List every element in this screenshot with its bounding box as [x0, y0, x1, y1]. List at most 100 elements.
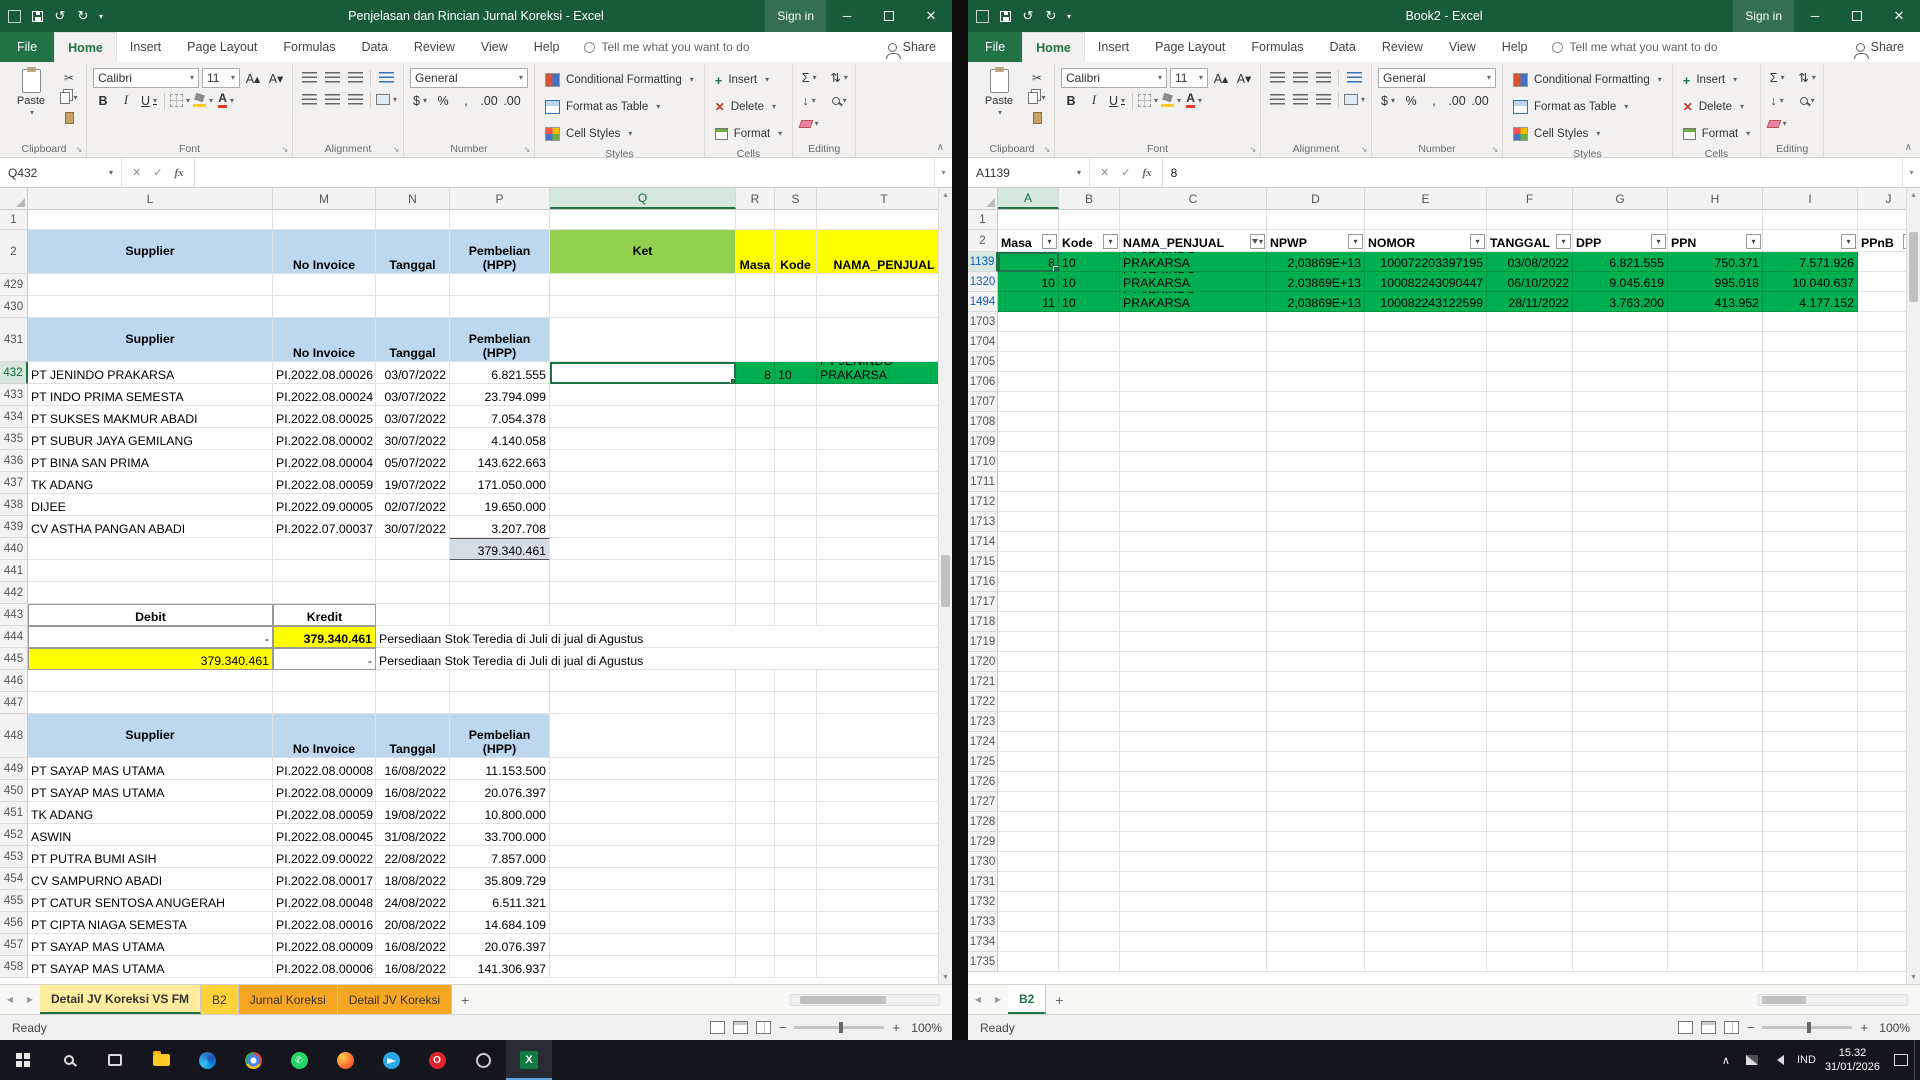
row-header-1703[interactable]: 1703	[968, 312, 998, 332]
cell-B1709[interactable]	[1059, 432, 1120, 452]
cell-A1720[interactable]	[998, 652, 1059, 672]
cell-L439[interactable]: CV ASTHA PANGAN ABADI	[28, 516, 273, 538]
cell-L452[interactable]: ASWIN	[28, 824, 273, 846]
cell-A1731[interactable]	[998, 872, 1059, 892]
scroll-up-arrow[interactable]: ▲	[1910, 189, 1917, 201]
cell-M451[interactable]: PI.2022.08.00059	[273, 802, 376, 824]
cell-B1718[interactable]	[1059, 612, 1120, 632]
cell-Q442[interactable]	[550, 582, 736, 604]
taskbar-edge-button[interactable]	[184, 1040, 230, 1080]
comma-style-button[interactable]: ,	[1424, 91, 1444, 110]
cell-M447[interactable]	[273, 692, 376, 714]
cell-T453[interactable]	[817, 846, 952, 868]
cell-I1725[interactable]	[1763, 752, 1858, 772]
row-header-1733[interactable]: 1733	[968, 912, 998, 932]
cell-N431[interactable]: Tanggal	[376, 318, 450, 362]
cell-C1730[interactable]	[1120, 852, 1267, 872]
cell-R456[interactable]	[736, 912, 775, 934]
cell-styles-button[interactable]: Cell Styles▾	[541, 122, 698, 146]
cell-P455[interactable]: 6.511.321	[450, 890, 550, 912]
fill-button[interactable]: ↓▾	[1767, 91, 1787, 110]
cell-I1723[interactable]	[1763, 712, 1858, 732]
cell-F1705[interactable]	[1487, 352, 1573, 372]
row-header-444[interactable]: 444	[0, 626, 28, 648]
cell-R436[interactable]	[736, 450, 775, 472]
cell-D1709[interactable]	[1267, 432, 1365, 452]
horizontal-scroll-thumb[interactable]	[800, 996, 886, 1004]
cell-D1718[interactable]	[1267, 612, 1365, 632]
row-header-436[interactable]: 436	[0, 450, 28, 472]
cell-B1494[interactable]: 10	[1059, 292, 1120, 312]
cell-G1709[interactable]	[1573, 432, 1668, 452]
filter-button-h[interactable]: ▾	[1746, 234, 1761, 249]
cell-E1721[interactable]	[1365, 672, 1487, 692]
dialog-launcher-font[interactable]: ↘	[1248, 144, 1258, 154]
cell-G1731[interactable]	[1573, 872, 1668, 892]
cancel-button[interactable]: ✕	[132, 166, 141, 179]
cell-R431[interactable]	[736, 318, 775, 362]
cell-Q454[interactable]	[550, 868, 736, 890]
cell-D1707[interactable]	[1267, 392, 1365, 412]
cell-T2[interactable]: NAMA_PENJUAL	[817, 230, 952, 274]
cell-E1718[interactable]	[1365, 612, 1487, 632]
cell-R458[interactable]	[736, 956, 775, 978]
cell-H1704[interactable]	[1668, 332, 1763, 352]
language-indicator[interactable]: IND	[1791, 1040, 1817, 1080]
cell-F1734[interactable]	[1487, 932, 1573, 952]
cell-T433[interactable]	[817, 384, 952, 406]
cell-T430[interactable]	[817, 296, 952, 318]
cell-H1720[interactable]	[1668, 652, 1763, 672]
cell-E1733[interactable]	[1365, 912, 1487, 932]
cell-I1726[interactable]	[1763, 772, 1858, 792]
fill-handle[interactable]	[1053, 266, 1059, 272]
copy-button[interactable]: ▾	[58, 89, 80, 106]
cell-B1320[interactable]: 10	[1059, 272, 1120, 292]
filter-button-b[interactable]: ▾	[1103, 234, 1118, 249]
font-size-select[interactable]: 11▾	[202, 68, 240, 88]
cell-P442[interactable]	[450, 582, 550, 604]
cell-D1731[interactable]	[1267, 872, 1365, 892]
cell-B1728[interactable]	[1059, 812, 1120, 832]
delete-cells-button[interactable]: ✕Delete▾	[711, 95, 786, 119]
row-header-1723[interactable]: 1723	[968, 712, 998, 732]
cell-P452[interactable]: 33.700.000	[450, 824, 550, 846]
cell-G1726[interactable]	[1573, 772, 1668, 792]
align-left-button[interactable]	[299, 90, 319, 109]
row-header-1706[interactable]: 1706	[968, 372, 998, 392]
cell-R429[interactable]	[736, 274, 775, 296]
cell-P446[interactable]	[450, 670, 550, 692]
row-header-447[interactable]: 447	[0, 692, 28, 714]
cell-B1731[interactable]	[1059, 872, 1120, 892]
cell-I1[interactable]	[1763, 210, 1858, 230]
page-break-view-button[interactable]	[756, 1021, 771, 1034]
taskbar-chrome-button[interactable]	[230, 1040, 276, 1080]
cell-F1139[interactable]: 03/08/2022	[1487, 252, 1573, 272]
cell-D1705[interactable]	[1267, 352, 1365, 372]
cell-T437[interactable]	[817, 472, 952, 494]
cell-S442[interactable]	[775, 582, 817, 604]
cell-D1494[interactable]: 2,03869E+13	[1267, 292, 1365, 312]
row-header-456[interactable]: 456	[0, 912, 28, 934]
cell-E1494[interactable]: 100082243122599	[1365, 292, 1487, 312]
cell-A1706[interactable]	[998, 372, 1059, 392]
cell-G1734[interactable]	[1573, 932, 1668, 952]
row-header-1720[interactable]: 1720	[968, 652, 998, 672]
action-center-button[interactable]	[1888, 1040, 1914, 1080]
cell-C1729[interactable]	[1120, 832, 1267, 852]
cell-E1716[interactable]	[1365, 572, 1487, 592]
ribbon-tab-home[interactable]: Home	[54, 32, 117, 62]
taskbar-excel-button[interactable]: X	[506, 1040, 552, 1080]
cell-R433[interactable]	[736, 384, 775, 406]
row-header-431[interactable]: 431	[0, 318, 28, 362]
delete-cells-button[interactable]: ✕Delete▾	[1679, 95, 1754, 119]
customize-quick-access-button[interactable]: ▾	[95, 5, 107, 27]
conditional-formatting-button[interactable]: Conditional Formatting▾	[541, 68, 698, 92]
cell-C1732[interactable]	[1120, 892, 1267, 912]
cell-M446[interactable]	[273, 670, 376, 692]
cell-G1730[interactable]	[1573, 852, 1668, 872]
cell-E1703[interactable]	[1365, 312, 1487, 332]
column-header-s[interactable]: S	[775, 188, 817, 209]
bold-button[interactable]: B	[93, 91, 113, 110]
cell-A1726[interactable]	[998, 772, 1059, 792]
sign-in-button[interactable]: Sign in	[1733, 0, 1794, 32]
